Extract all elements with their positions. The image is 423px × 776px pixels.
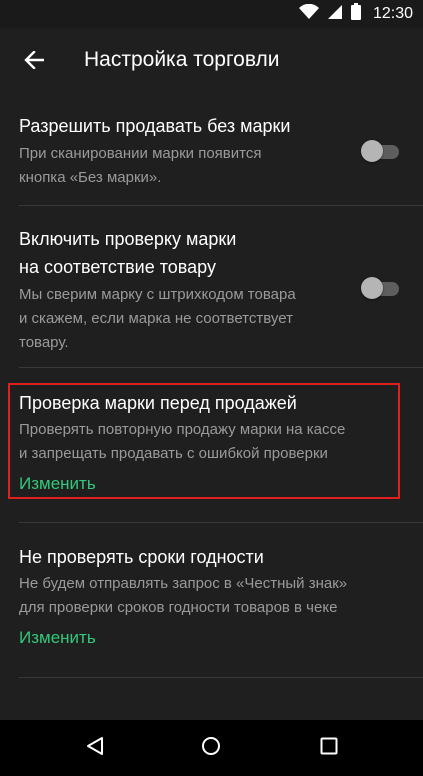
nav-home-button[interactable]: [196, 733, 226, 763]
setting-title: Разрешить продавать без марки: [19, 116, 291, 136]
description-line: и скажем, если марка не соответствует: [19, 310, 293, 327]
title-line: на соответствие товару: [19, 257, 216, 277]
description-line: товару.: [19, 334, 69, 351]
setting-description: Мы сверим марку с штрихкодом товара и ск…: [19, 283, 296, 355]
toggle-thumb: [361, 140, 383, 162]
description-line: При сканировании марки появится: [19, 145, 262, 162]
toggle-thumb: [361, 277, 383, 299]
status-icons: 12:30: [298, 3, 413, 25]
sell-without-mark-toggle[interactable]: [361, 140, 399, 162]
screen: 12:30 Настройка торговли Разрешить прода…: [0, 0, 423, 776]
arrow-left-icon: [24, 49, 45, 74]
home-circle-icon: [201, 736, 221, 761]
signal-icon: [327, 4, 343, 25]
nav-back-button[interactable]: [80, 733, 110, 763]
status-bar: 12:30: [0, 0, 423, 28]
description-line: Не будем отправлять запрос в «Честный зн…: [19, 575, 348, 592]
setting-skip-expiry-check[interactable]: Не проверять сроки годности Не будем отп…: [0, 523, 423, 678]
setting-description: При сканировании марки появится кнопка «…: [19, 142, 261, 190]
description-line: для проверки сроков годности товаров в ч…: [19, 599, 338, 616]
highlight-frame: [8, 383, 400, 499]
setting-title: Включить проверку марки на соответствие …: [19, 225, 339, 281]
toolbar: Настройка торговли: [0, 28, 423, 96]
setting-check-mark-match[interactable]: Включить проверку марки на соответствие …: [0, 206, 423, 368]
title-line: Включить проверку марки: [19, 229, 237, 249]
setting-description: Не будем отправлять запрос в «Честный зн…: [19, 572, 347, 620]
change-link[interactable]: Изменить: [19, 628, 96, 648]
divider: [19, 677, 423, 678]
wifi-icon: [298, 3, 319, 25]
setting-title: Не проверять сроки годности: [19, 547, 264, 567]
description-line: Мы сверим марку с штрихкодом товара: [19, 286, 296, 303]
recents-square-icon: [320, 737, 338, 760]
setting-sell-without-mark[interactable]: Разрешить продавать без марки При сканир…: [0, 96, 423, 206]
check-mark-match-toggle[interactable]: [361, 277, 399, 299]
status-time: 12:30: [372, 5, 413, 22]
battery-icon: [350, 3, 361, 25]
back-button[interactable]: [14, 42, 54, 82]
navigation-bar: [0, 720, 423, 776]
description-line: кнопка «Без марки».: [19, 169, 162, 186]
nav-recents-button[interactable]: [314, 733, 344, 763]
page-title: Настройка торговли: [84, 48, 280, 71]
back-triangle-icon: [86, 736, 104, 761]
